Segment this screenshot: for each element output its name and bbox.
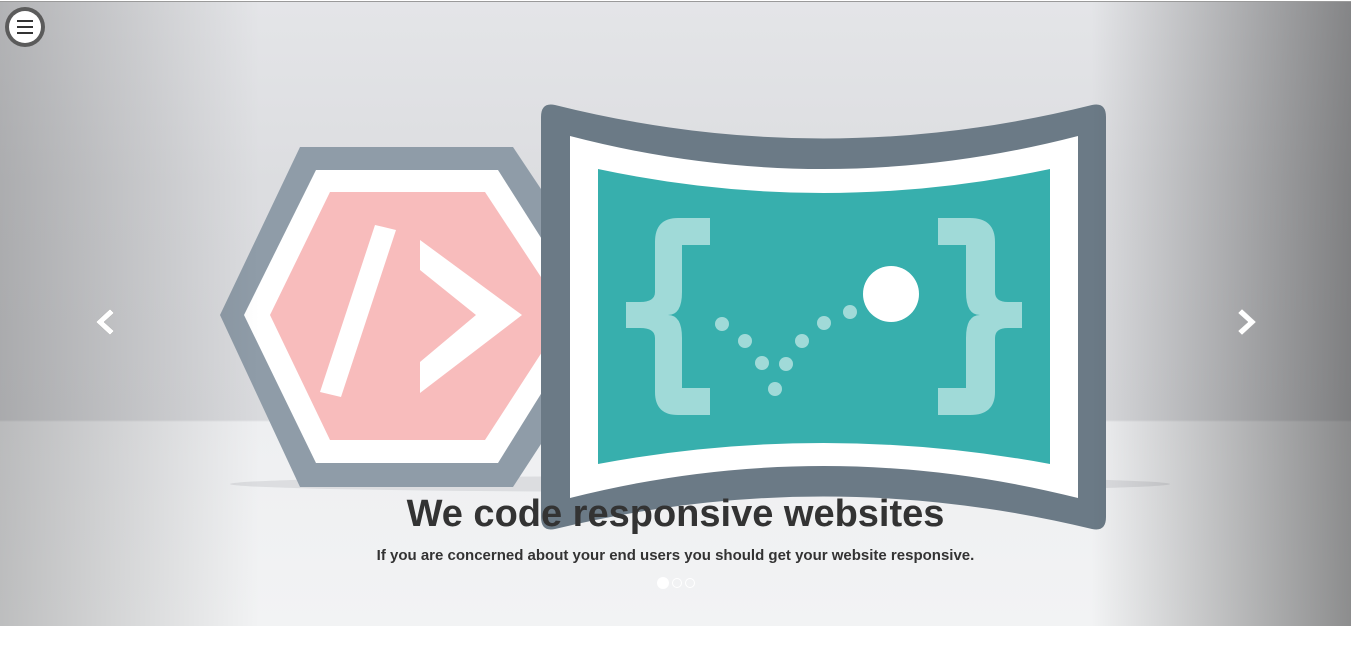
carousel-indicator-2[interactable] xyxy=(671,578,682,588)
page: We code responsive websites If you are c… xyxy=(0,0,1351,672)
carousel-indicators xyxy=(0,577,1351,589)
hamburger-menu-icon xyxy=(9,11,41,43)
slide-title: We code responsive websites xyxy=(406,493,945,535)
carousel-indicator-3[interactable] xyxy=(684,578,695,588)
carousel-indicator-1[interactable] xyxy=(656,577,669,589)
curved-screen-icon xyxy=(541,104,1106,530)
chevron-right-icon xyxy=(1237,308,1257,336)
carousel-next-button[interactable] xyxy=(1228,302,1268,342)
carousel-prev-button[interactable] xyxy=(84,302,124,342)
menu-toggle-button[interactable] xyxy=(5,7,45,47)
slide-subtitle: If you are concerned about your end user… xyxy=(376,547,975,564)
chevron-left-icon xyxy=(95,308,115,336)
hero-carousel: We code responsive websites If you are c… xyxy=(0,1,1351,626)
